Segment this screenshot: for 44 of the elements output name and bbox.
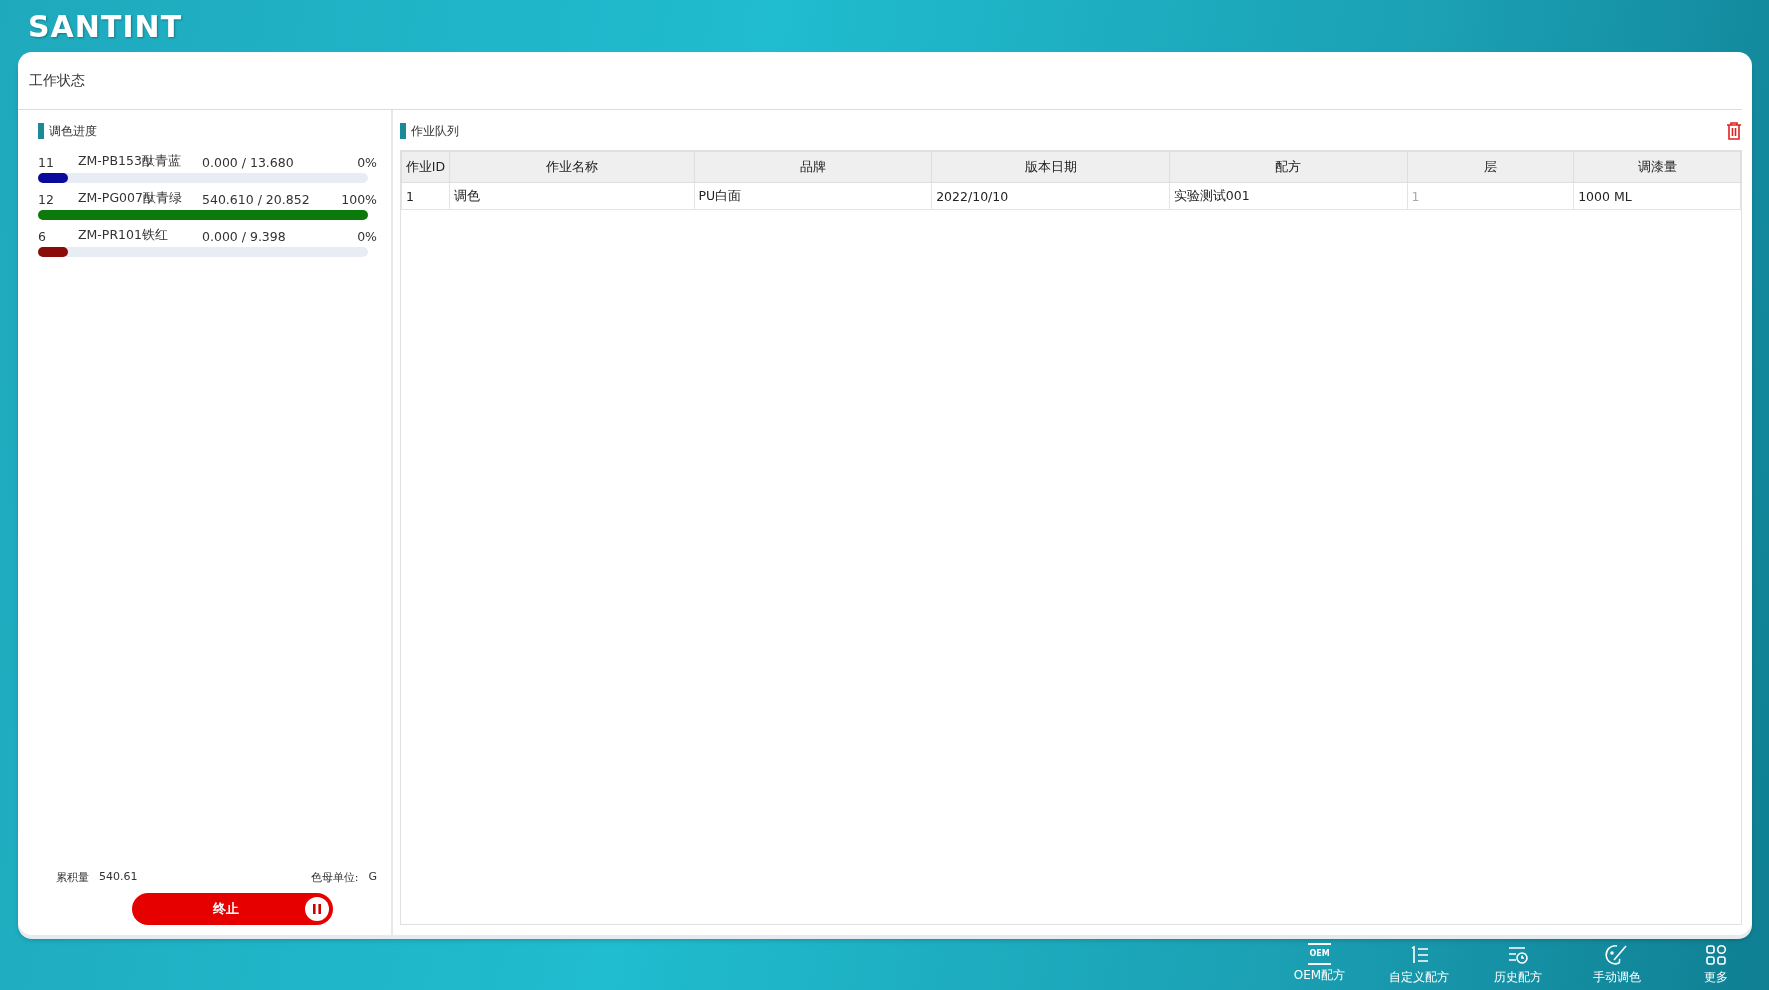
column-header: 层: [1407, 151, 1574, 183]
slot-number: 12: [38, 192, 55, 207]
section-title: 调色进度: [38, 123, 97, 139]
column-header: 品牌: [694, 151, 932, 183]
total-value: 540.61: [99, 870, 138, 885]
amount-text: 0.000 / 9.398: [202, 229, 287, 244]
colorant-name: ZM-PR101铁红: [78, 227, 169, 244]
percent-text: 0%: [356, 229, 377, 244]
toolbar-button[interactable]: 历史配方: [1468, 940, 1567, 990]
column-header: 版本日期: [931, 151, 1170, 183]
slot-number: 6: [38, 229, 47, 244]
percent-text: 0%: [356, 155, 377, 170]
colorant-name: ZM-PG007酞青绿: [78, 190, 183, 207]
table-cell: 2022/10/10: [931, 182, 1170, 210]
pause-icon: [304, 896, 330, 922]
table-cell: PU白面: [694, 182, 932, 210]
toolbar-button[interactable]: 自定义配方: [1369, 940, 1468, 990]
card-title: 工作状态: [29, 71, 85, 90]
section-title: 作业队列: [400, 123, 459, 139]
trash-icon[interactable]: [1726, 122, 1742, 140]
toolbar-button[interactable]: 更多: [1666, 940, 1765, 990]
table-cell: 1000 ML: [1573, 182, 1741, 210]
column-header: 调漆量: [1573, 151, 1741, 183]
amount-text: 0.000 / 13.680: [202, 155, 295, 170]
table-cell: 1: [1407, 182, 1574, 210]
table-cell: 实验测试001: [1169, 182, 1407, 210]
palette-brush-icon: [1604, 943, 1629, 967]
unit-value: G: [368, 870, 377, 885]
column-header: 配方: [1169, 151, 1407, 183]
logo: SANTINT: [28, 8, 183, 44]
column-header: 作业名称: [449, 151, 695, 183]
total-label: 累积量: [56, 870, 89, 885]
slot-number: 11: [38, 155, 55, 170]
amount-text: 540.610 / 20.852: [202, 192, 311, 207]
table-cell: 1: [401, 182, 450, 210]
grid-icon: [1703, 943, 1728, 967]
toolbar-button[interactable]: OEM OEM配方: [1270, 940, 1369, 990]
stop-button[interactable]: 终止: [132, 893, 333, 925]
table-cell: 调色: [449, 182, 695, 210]
unit-label: 色母单位:: [310, 870, 359, 885]
percent-text: 100%: [340, 192, 377, 207]
toolbar-button[interactable]: 手动调色: [1567, 940, 1666, 990]
colorant-name: ZM-PB153酞青蓝: [78, 153, 182, 170]
column-header: 作业ID: [401, 151, 450, 183]
